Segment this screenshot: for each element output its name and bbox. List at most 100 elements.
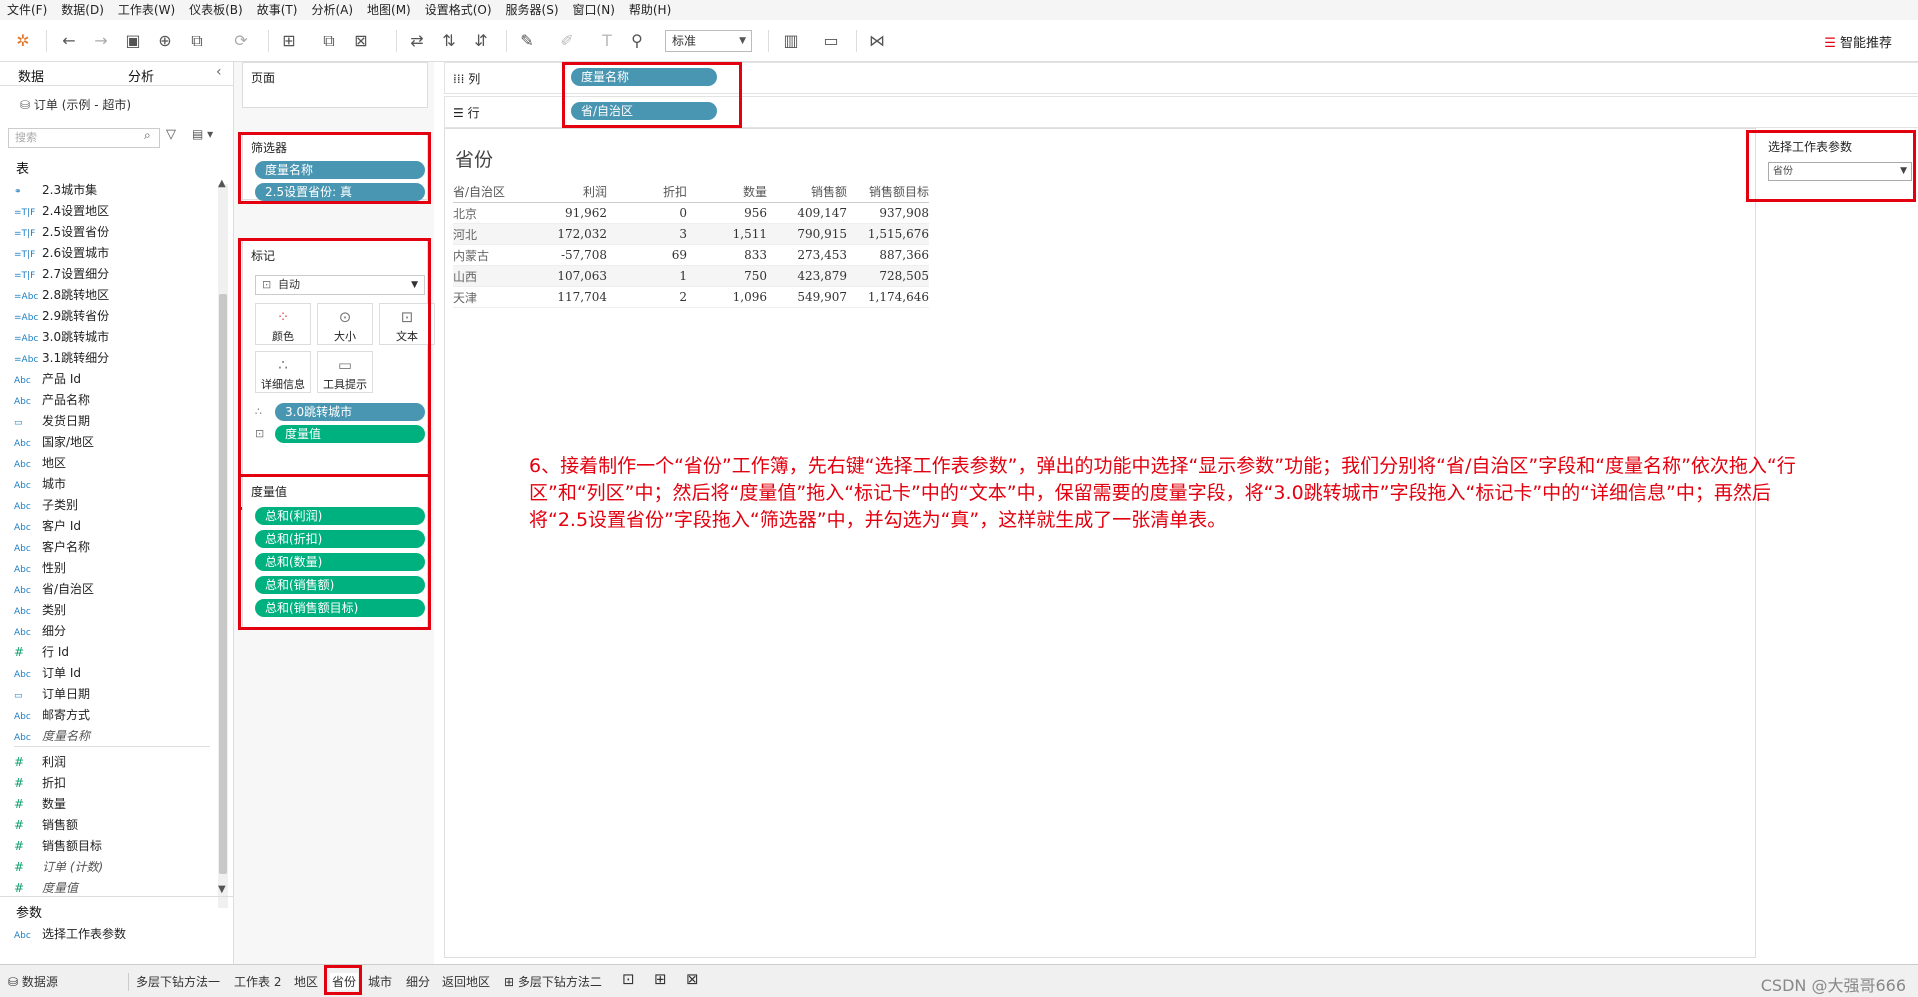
field-item[interactable]: Abc 性别 xyxy=(14,558,66,579)
menu-item[interactable]: 仪表板(B) xyxy=(182,0,250,20)
menu-item[interactable]: 故事(T) xyxy=(250,0,305,20)
field-item[interactable]: # 销售额 xyxy=(14,815,78,836)
scroll-down-icon[interactable]: ▼ xyxy=(218,884,226,895)
refresh-icon[interactable]: ⟳ xyxy=(230,28,252,54)
menu-item[interactable]: 地图(M) xyxy=(360,0,418,20)
share-icon[interactable]: ⋈ xyxy=(866,28,888,54)
highlight-icon[interactable]: ✎ xyxy=(516,28,538,54)
pages-card[interactable]: 页面 xyxy=(242,62,428,108)
field-item[interactable]: # 数量 xyxy=(14,794,66,815)
new-dashboard-icon[interactable]: ⊞ xyxy=(654,970,667,988)
menu-item[interactable]: 工作表(W) xyxy=(111,0,182,20)
view-options-icon[interactable]: ▤ ▾ xyxy=(192,127,213,141)
save-icon[interactable]: ▣ xyxy=(122,28,144,54)
field-item[interactable]: =Abc 2.9跳转省份 xyxy=(14,306,109,327)
undo-icon[interactable]: ← xyxy=(58,28,80,54)
column-header[interactable]: 折扣 xyxy=(607,181,687,203)
sheet-tab[interactable]: 多层下钻方法一 xyxy=(136,973,220,990)
datasource-tab[interactable]: ⛁ 数据源 xyxy=(8,973,58,990)
field-item[interactable]: Abc 客户名称 xyxy=(14,537,90,558)
column-header[interactable]: 利润 xyxy=(523,181,607,203)
column-header[interactable]: 销售额目标 xyxy=(847,181,929,203)
sort-desc-icon[interactable]: ⇵ xyxy=(470,28,492,54)
field-item[interactable]: Abc 度量名称 xyxy=(14,726,90,747)
field-item[interactable]: ▭ 订单日期 xyxy=(14,684,90,705)
menu-item[interactable]: 服务器(S) xyxy=(499,0,566,20)
field-item[interactable]: Abc 地区 xyxy=(14,453,66,474)
scrollbar-thumb[interactable] xyxy=(219,294,227,874)
field-item[interactable]: =T|F 2.4设置地区 xyxy=(14,201,109,222)
field-item[interactable]: Abc 客户 Id xyxy=(14,516,81,537)
field-item[interactable]: =Abc 3.1跳转细分 xyxy=(14,348,109,369)
field-item[interactable]: =Abc 2.8跳转地区 xyxy=(14,285,109,306)
datasource-item[interactable]: ⛁ 订单 (示例 - 超市) xyxy=(20,96,131,113)
field-item[interactable]: # 订单 (计数) xyxy=(14,857,103,878)
table-row[interactable]: 河北 172,032 3 1,511 790,915 1,515,676 xyxy=(453,223,929,245)
menu-item[interactable]: 设置格式(O) xyxy=(418,0,499,20)
sheet-tab[interactable]: 细分 xyxy=(406,973,430,990)
field-item[interactable]: # 行 Id xyxy=(14,642,69,663)
tableau-logo-icon[interactable]: ✲ xyxy=(12,28,34,54)
search-icon[interactable]: ⌕ xyxy=(144,128,151,143)
sheet-tab[interactable]: 返回地区 xyxy=(442,973,490,990)
field-item[interactable]: Abc 子类别 xyxy=(14,495,78,516)
worksheet-view[interactable]: 省份 省/自治区 利润 折扣 数量 销售额 销售额目标 北京 91,962 0 956… xyxy=(444,128,1796,958)
field-item[interactable]: Abc 城市 xyxy=(14,474,66,495)
sort-asc-icon[interactable]: ⇅ xyxy=(438,28,460,54)
field-item[interactable]: Abc 订单 Id xyxy=(14,663,81,684)
new-story-icon[interactable]: ⊠ xyxy=(686,970,699,988)
new-worksheet-icon[interactable]: ⊡ xyxy=(622,970,635,988)
field-item[interactable]: =T|F 2.7设置细分 xyxy=(14,264,109,285)
search-input[interactable]: 搜索 xyxy=(8,128,160,148)
smart-recommend-button[interactable]: ☰ 智能推荐 xyxy=(1824,32,1892,51)
field-item[interactable]: Abc 细分 xyxy=(14,621,66,642)
field-item[interactable]: # 利润 xyxy=(14,752,66,773)
show-cards-icon[interactable]: ▥ xyxy=(780,28,802,54)
menu-item[interactable]: 分析(A) xyxy=(304,0,360,20)
scroll-up-icon[interactable]: ▲ xyxy=(218,178,226,189)
tab-analysis[interactable]: 分析 xyxy=(128,66,154,85)
swap-icon[interactable]: ⇄ xyxy=(406,28,428,54)
field-item[interactable]: Abc 类别 xyxy=(14,600,66,621)
table-row[interactable]: 山西 107,063 1 750 423,879 728,505 xyxy=(453,265,929,287)
filter-icon[interactable]: ▽ xyxy=(166,127,176,142)
clear-sheet-icon[interactable]: ⊠ xyxy=(350,28,372,54)
redo-icon[interactable]: → xyxy=(90,28,112,54)
presentation-icon[interactable]: ▭ xyxy=(820,28,842,54)
menu-item[interactable]: 数据(D) xyxy=(54,0,111,20)
new-sheet-icon[interactable]: ⊞ xyxy=(278,28,300,54)
column-header[interactable]: 省/自治区 xyxy=(453,181,523,203)
duplicate-sheet-icon[interactable]: ⧉ xyxy=(318,28,340,54)
sheet-tab[interactable]: 城市 xyxy=(368,973,392,990)
table-row[interactable]: 天津 117,704 2 1,096 549,907 1,174,646 xyxy=(453,286,929,308)
field-item[interactable]: Abc 国家/地区 xyxy=(14,432,94,453)
field-item[interactable]: =Abc 3.0跳转城市 xyxy=(14,327,109,348)
menu-item[interactable]: 窗口(N) xyxy=(566,0,622,20)
sheet-tab[interactable]: 地区 xyxy=(294,973,318,990)
fit-select[interactable]: 标准 ▼ xyxy=(665,30,752,52)
field-item[interactable]: ⚭ 2.3城市集 xyxy=(14,180,97,201)
field-item[interactable]: Abc 邮寄方式 xyxy=(14,705,90,726)
field-item[interactable]: =T|F 2.5设置省份 xyxy=(14,222,109,243)
table-row[interactable]: 北京 91,962 0 956 409,147 937,908 xyxy=(453,202,929,224)
field-item[interactable]: Abc 产品名称 xyxy=(14,390,90,411)
field-item[interactable]: ▭ 发货日期 xyxy=(14,411,90,432)
dashboard-tab[interactable]: ⊞ 多层下钻方法二 xyxy=(504,973,602,990)
table-row[interactable]: 内蒙古 -57,708 69 833 273,453 887,366 xyxy=(453,244,929,266)
pin-icon[interactable]: ⚲ xyxy=(626,28,648,54)
collapse-pane-icon[interactable]: ‹ xyxy=(216,64,222,80)
labels-icon[interactable]: T xyxy=(596,28,618,54)
column-header[interactable]: 数量 xyxy=(687,181,767,203)
field-item[interactable]: Abc 省/自治区 xyxy=(14,579,94,600)
field-item[interactable]: =T|F 2.6设置城市 xyxy=(14,243,109,264)
column-header[interactable]: 销售额 xyxy=(767,181,847,203)
tab-data[interactable]: 数据 xyxy=(18,66,44,85)
sheet-tab[interactable]: 工作表 2 xyxy=(234,973,281,990)
pause-updates-icon[interactable]: ⧉ xyxy=(186,28,208,54)
menu-item[interactable]: 帮助(H) xyxy=(622,0,678,20)
field-item[interactable]: # 销售额目标 xyxy=(14,836,102,857)
field-item[interactable]: # 折扣 xyxy=(14,773,66,794)
field-item[interactable]: Abc 产品 Id xyxy=(14,369,81,390)
new-datasource-icon[interactable]: ⊕ xyxy=(154,28,176,54)
menu-item[interactable]: 文件(F) xyxy=(0,0,54,20)
